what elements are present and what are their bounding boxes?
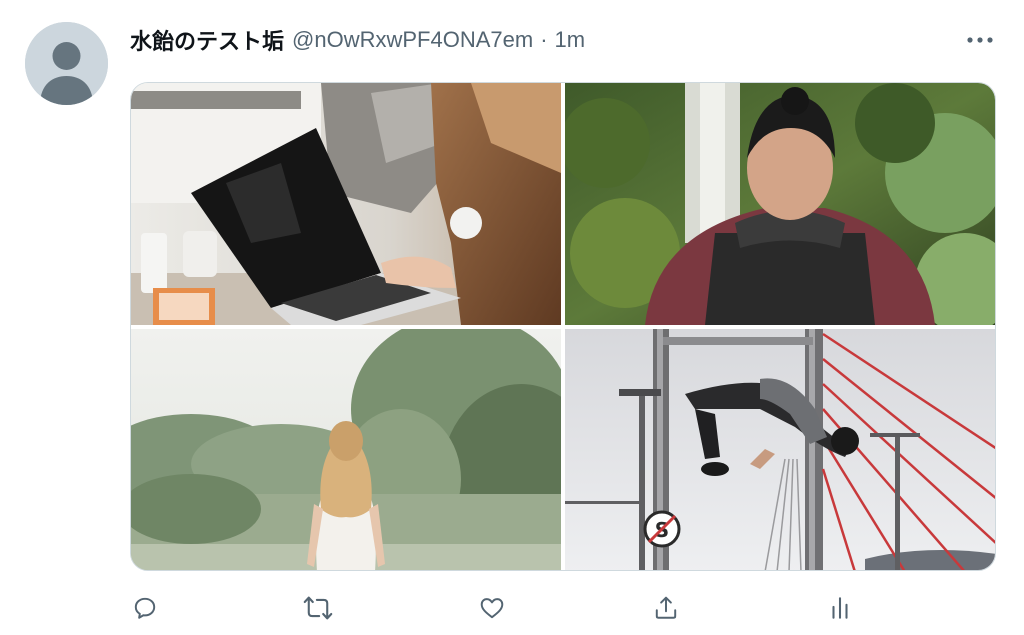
avatar[interactable] — [25, 22, 108, 105]
media-image-laptop[interactable] — [131, 83, 561, 325]
more-button[interactable] — [962, 28, 998, 52]
share-icon — [655, 596, 677, 619]
retweet-icon — [303, 596, 333, 620]
default-avatar-icon — [25, 22, 108, 105]
analytics-button[interactable] — [822, 590, 858, 626]
tweet-actions — [130, 590, 870, 626]
analytics-icon — [832, 597, 848, 619]
media-image-man-backpack[interactable] — [565, 83, 995, 325]
reply-icon — [134, 597, 156, 619]
media-image-bridge-jump[interactable]: S — [565, 329, 995, 570]
retweet-button[interactable] — [300, 590, 336, 626]
more-horizontal-icon — [967, 37, 993, 43]
timestamp[interactable]: 1m — [555, 27, 586, 53]
like-button[interactable] — [474, 590, 510, 626]
tweet: 水飴のテスト垢 @nOwRxwPF4ONA7em · 1m — [0, 0, 1024, 635]
media-image-woman-forest[interactable] — [131, 329, 561, 570]
media-grid: S — [130, 82, 996, 571]
reply-button[interactable] — [127, 590, 163, 626]
share-button[interactable] — [648, 590, 684, 626]
tweet-header: 水飴のテスト垢 @nOwRxwPF4ONA7em · 1m — [130, 22, 585, 58]
heart-icon — [480, 598, 504, 619]
display-name[interactable]: 水飴のテスト垢 — [130, 24, 284, 56]
user-handle[interactable]: @nOwRxwPF4ONA7em — [292, 27, 533, 53]
separator-dot: · — [540, 27, 548, 52]
